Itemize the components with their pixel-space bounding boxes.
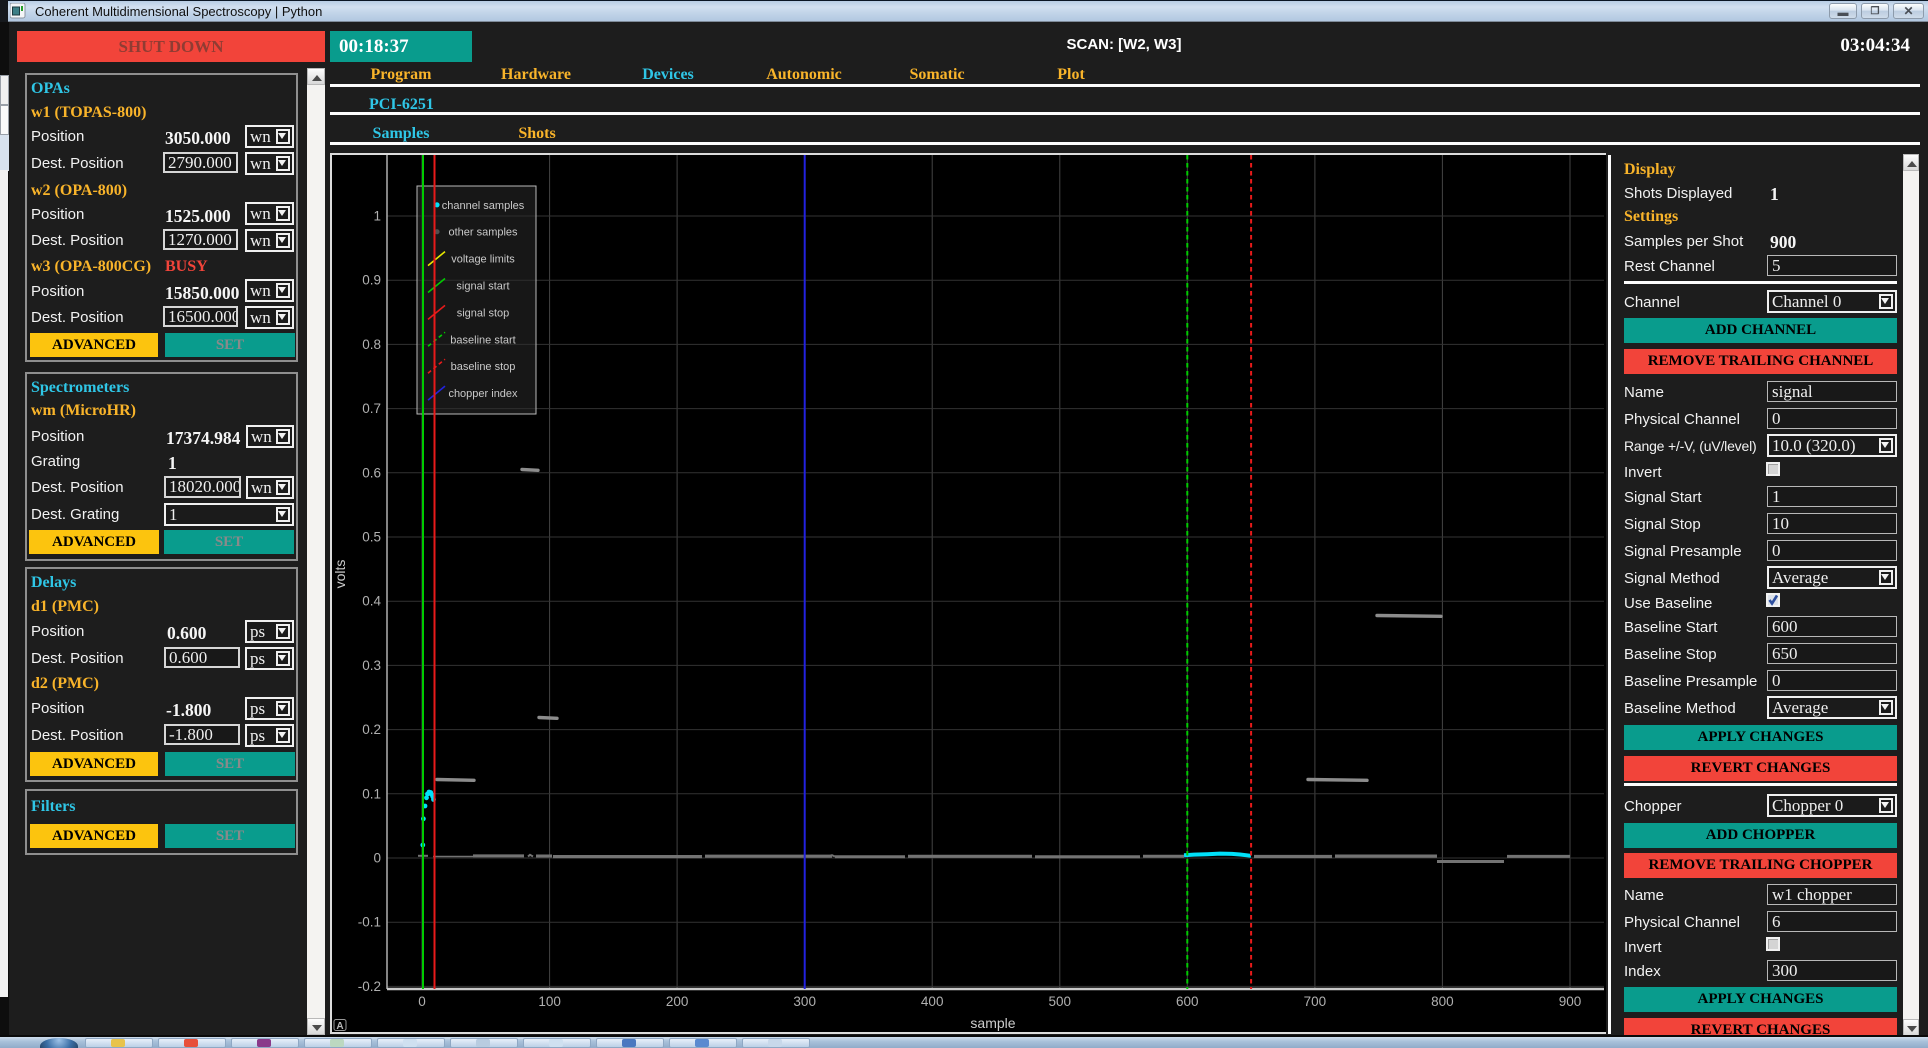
svg-text:-0.1: -0.1 (358, 915, 381, 930)
svg-text:signal stop: signal stop (457, 307, 510, 319)
svg-text:-0.2: -0.2 (358, 979, 381, 994)
svg-text:600: 600 (1176, 994, 1199, 1009)
svg-text:700: 700 (1304, 994, 1327, 1009)
svg-text:volts: volts (332, 560, 348, 589)
svg-text:0.3: 0.3 (362, 658, 381, 673)
svg-text:0.2: 0.2 (362, 722, 381, 737)
svg-text:sample: sample (970, 1015, 1015, 1031)
svg-text:100: 100 (538, 994, 561, 1009)
svg-text:0.6: 0.6 (362, 465, 381, 480)
svg-text:200: 200 (666, 994, 689, 1009)
svg-text:300: 300 (793, 994, 816, 1009)
svg-text:baseline stop: baseline stop (451, 361, 516, 373)
svg-text:0: 0 (418, 994, 426, 1009)
svg-text:1: 1 (373, 209, 381, 224)
svg-text:channel samples: channel samples (442, 200, 525, 212)
svg-text:800: 800 (1431, 994, 1454, 1009)
svg-text:900: 900 (1559, 994, 1582, 1009)
svg-text:0.9: 0.9 (362, 273, 381, 288)
svg-text:500: 500 (1049, 994, 1072, 1009)
svg-text:baseline start: baseline start (450, 334, 515, 346)
svg-text:0.7: 0.7 (362, 401, 381, 416)
svg-text:0.8: 0.8 (362, 337, 381, 352)
svg-text:400: 400 (921, 994, 944, 1009)
svg-text:A: A (336, 1021, 343, 1032)
svg-text:0.5: 0.5 (362, 530, 381, 545)
svg-text:voltage limits: voltage limits (451, 254, 515, 266)
svg-text:signal start: signal start (456, 281, 509, 293)
svg-text:0.1: 0.1 (362, 786, 381, 801)
svg-text:chopper index: chopper index (448, 388, 518, 400)
svg-text:0.4: 0.4 (362, 594, 381, 609)
svg-text:0: 0 (373, 851, 381, 866)
svg-text:other samples: other samples (448, 227, 518, 239)
